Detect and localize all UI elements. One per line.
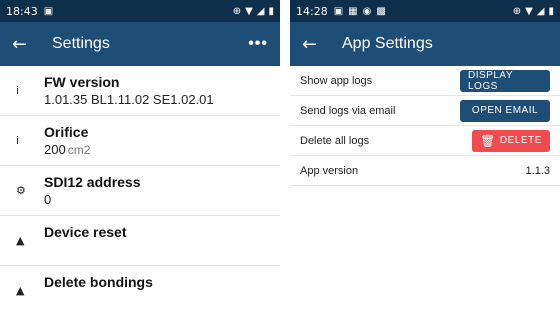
setting-unit: cm2: [67, 143, 91, 157]
app-bar: ← App Settings: [290, 22, 560, 66]
row-show-app-logs: Show app logs DISPLAY LOGS: [290, 66, 560, 96]
notification-icon: ▣: [43, 5, 54, 17]
image-icon: ▩: [376, 5, 386, 17]
wifi-icon: ▼: [525, 5, 533, 17]
setting-value: 0: [44, 192, 52, 207]
battery-icon: ▮: [268, 5, 274, 17]
setting-delete-bondings[interactable]: ▲ Delete bondings: [0, 266, 280, 313]
setting-label: Device reset: [44, 224, 127, 240]
row-label: Send logs via email: [300, 104, 396, 117]
warning-icon: ▲: [16, 234, 25, 247]
gear-icon: ⚙: [16, 184, 26, 197]
page-title: Settings: [52, 35, 110, 52]
status-time: 14:28: [296, 4, 328, 18]
status-bar: 18:43 ▣ ⊕ ▼ ◢ ▮: [0, 0, 280, 22]
delete-logs-button[interactable]: 🗑 DELETE: [472, 129, 550, 152]
device-settings-screen: 18:43 ▣ ⊕ ▼ ◢ ▮ ← Settings ••• i FW vers…: [0, 0, 280, 313]
back-arrow-icon[interactable]: ←: [12, 34, 36, 55]
info-icon: i: [16, 134, 20, 147]
setting-label: Orifice: [44, 124, 89, 140]
setting-value: 200: [44, 142, 66, 157]
row-label: Delete all logs: [300, 134, 370, 147]
battery-icon: ▮: [548, 5, 554, 17]
wifi-icon: ▼: [245, 5, 253, 17]
back-arrow-icon[interactable]: ←: [302, 34, 326, 55]
signal-icon: ⊕: [512, 5, 522, 17]
setting-label: FW version: [44, 74, 120, 90]
setting-device-reset[interactable]: ▲ Device reset: [0, 216, 280, 266]
row-app-version: App version 1.1.3: [290, 156, 560, 186]
row-send-logs-email: Send logs via email OPEN EMAIL: [290, 96, 560, 126]
row-delete-all-logs: Delete all logs 🗑 DELETE: [290, 126, 560, 156]
notification-icon: ▣: [333, 5, 344, 17]
app-bar: ← Settings •••: [0, 22, 280, 66]
info-icon: i: [16, 84, 20, 97]
app-icon: ◉: [362, 5, 372, 17]
cell-icon: ◢: [256, 5, 265, 17]
setting-orifice[interactable]: i Orifice 200 cm2: [0, 116, 280, 166]
cell-icon: ◢: [536, 5, 545, 17]
app-settings-list: Show app logs DISPLAY LOGS Send logs via…: [290, 66, 560, 186]
settings-list: i FW version 1.01.35 BL1.11.02 SE1.02.01…: [0, 66, 280, 313]
setting-label: Delete bondings: [44, 274, 153, 290]
open-email-button[interactable]: OPEN EMAIL: [460, 99, 550, 122]
status-time: 18:43: [6, 4, 38, 18]
signal-icon: ⊕: [232, 5, 242, 17]
warning-icon: ▲: [16, 284, 25, 297]
delete-button-label: DELETE: [499, 135, 542, 146]
app-settings-screen: 14:28 ▣ ▦ ◉ ▩ ⊕ ▼ ◢ ▮ ← App Settings Sho…: [290, 0, 560, 313]
setting-value: 1.01.35 BL1.11.02 SE1.02.01: [44, 92, 214, 107]
display-logs-button[interactable]: DISPLAY LOGS: [460, 69, 550, 92]
status-bar: 14:28 ▣ ▦ ◉ ▩ ⊕ ▼ ◢ ▮: [290, 0, 560, 22]
setting-label: SDI12 address: [44, 174, 141, 190]
row-label: App version: [300, 164, 359, 177]
row-label: Show app logs: [300, 74, 373, 87]
page-title: App Settings: [342, 35, 433, 52]
app-version-value: 1.1.3: [525, 164, 550, 177]
setting-sdi12-address[interactable]: ⚙ SDI12 address 0: [0, 166, 280, 216]
more-options-icon[interactable]: •••: [248, 35, 268, 53]
trash-icon: 🗑: [480, 133, 496, 148]
setting-fw-version[interactable]: i FW version 1.01.35 BL1.11.02 SE1.02.01: [0, 66, 280, 116]
linkedin-icon: ▦: [348, 5, 358, 17]
